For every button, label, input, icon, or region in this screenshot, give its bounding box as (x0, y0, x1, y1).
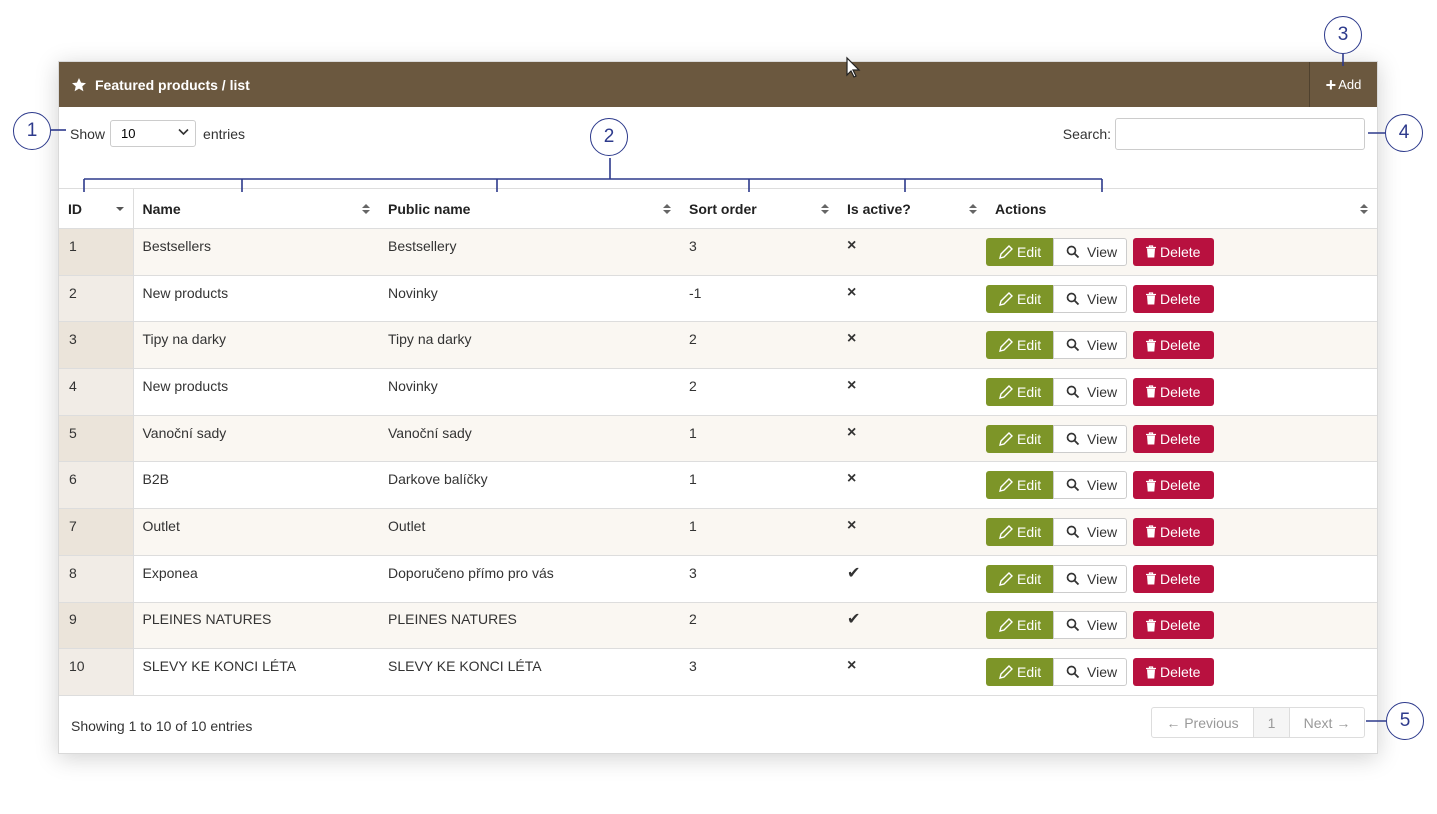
callout-5: 5 (1386, 702, 1424, 740)
callout-2: 2 (590, 118, 628, 156)
callout-4: 4 (1385, 114, 1423, 152)
callout-lines (51, 54, 1386, 722)
callout-1: 1 (13, 112, 51, 150)
callout-3: 3 (1324, 16, 1362, 54)
mouse-cursor-icon (846, 56, 861, 78)
callout-2-bracket (83, 158, 1103, 192)
